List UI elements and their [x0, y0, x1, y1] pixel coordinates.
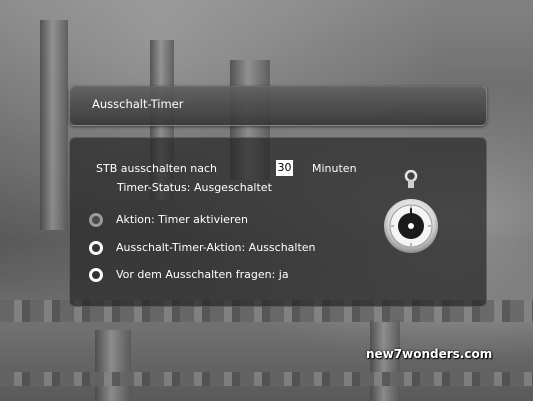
shutdown-minutes-input[interactable]: 30 — [276, 160, 293, 176]
dialog-title-bar: Ausschalt-Timer — [69, 86, 487, 126]
minutes-unit-label: Minuten — [312, 162, 357, 175]
option-radio-ask-before-shutdown[interactable] — [89, 268, 103, 282]
option-ask-before-shutdown[interactable]: Vor dem Ausschalten fragen: ja — [116, 268, 289, 281]
option-activate-timer[interactable]: Aktion: Timer aktivieren — [116, 213, 248, 226]
option-timer-action[interactable]: Ausschalt-Timer-Aktion: Ausschalten — [116, 241, 316, 254]
watermark-text: new7wonders.com — [366, 347, 493, 361]
timer-status-text: Timer-Status: Ausgeschaltet — [117, 181, 272, 194]
shutdown-after-label: STB ausschalten nach — [96, 162, 218, 175]
option-radio-timer-action[interactable] — [89, 241, 103, 255]
dialog-title: Ausschalt-Timer — [92, 97, 184, 111]
stopwatch-icon — [383, 169, 439, 253]
option-radio-activate-timer[interactable] — [89, 213, 103, 227]
